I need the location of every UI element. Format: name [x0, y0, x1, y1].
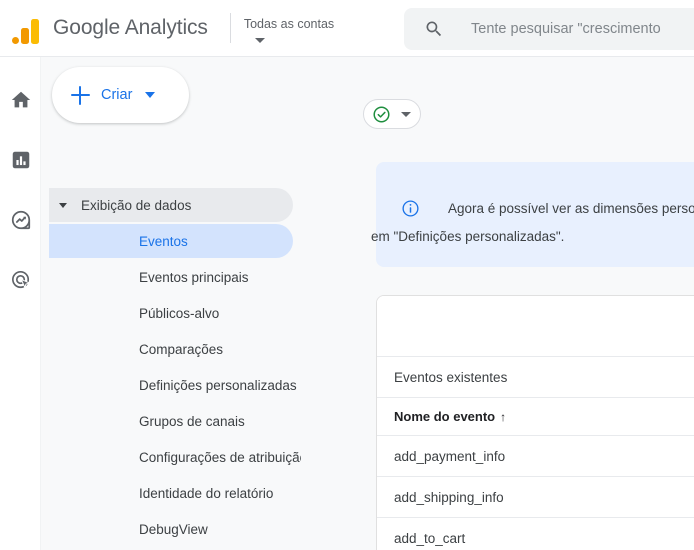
check-circle-icon [373, 105, 390, 123]
sidebar-item-label: Configurações de atribuição [139, 449, 301, 465]
rail-item-home[interactable] [0, 80, 41, 120]
chevron-down-icon [254, 37, 265, 43]
logo-bar-medium [21, 28, 29, 44]
column-header-label: Nome do evento [394, 409, 496, 424]
card-toolbar [377, 296, 694, 356]
search-icon [426, 21, 442, 37]
analytics-app-window: Google Analytics Todas as contas Tente p… [0, 0, 694, 550]
sidebar-item-label: Identidade do relatório [139, 485, 274, 501]
table-row[interactable]: add_payment_info 1.81 [377, 435, 694, 476]
rail-item-reports[interactable] [0, 140, 41, 180]
info-banner: Agora é possível ver as dimensões person… [371, 162, 694, 267]
account-selector[interactable]: Todas as contas [244, 14, 334, 43]
rail-item-advertising[interactable] [0, 260, 41, 300]
create-button[interactable]: Criar [52, 67, 189, 123]
chevron-down-icon [59, 202, 67, 208]
sidebar-item-publicos-alvo[interactable]: Públicos-alvo [49, 296, 293, 330]
cell-event-name: add_to_cart [394, 530, 466, 546]
sidebar-item-grupos-de-canais[interactable]: Grupos de canais [49, 404, 293, 438]
column-header-event-name[interactable]: Nome do evento ↑ [394, 409, 506, 424]
sidebar-item-eventos-principais[interactable]: Eventos principais [49, 260, 293, 294]
create-button-label: Criar [101, 87, 133, 103]
sidebar-item-label: Eventos [139, 233, 188, 249]
home-icon [11, 91, 30, 108]
plus-icon [71, 85, 90, 105]
sidebar-item-debugview[interactable]: DebugView [49, 512, 293, 546]
explore-icon [11, 210, 30, 230]
sidebar-item-label: Definições personalizadas [139, 377, 297, 393]
sidebar-item-configuracoes-de-atribuicao[interactable]: Configurações de atribuição [49, 440, 301, 474]
sidebar-item-eventos[interactable]: Eventos [49, 224, 293, 258]
sidebar-item-label: Públicos-alvo [139, 305, 220, 321]
google-analytics-logo [9, 12, 41, 44]
secondary-sidebar: Criar Exibição de dados Eventos Eventos … [41, 57, 301, 550]
header-divider [229, 13, 231, 43]
status-badge[interactable] [363, 99, 421, 129]
cell-event-name: add_shipping_info [394, 489, 504, 505]
table-row[interactable]: add_to_cart 6.29 [377, 517, 694, 550]
logo-bar-tall [31, 19, 39, 44]
main-content-area: Agora é possível ver as dimensões person… [301, 57, 694, 550]
advertising-target-icon [11, 271, 31, 289]
sidebar-item-label: Eventos principais [139, 269, 249, 285]
brand-title: Google Analytics [53, 16, 208, 39]
table-row[interactable]: add_shipping_info 2.02 [377, 476, 694, 517]
account-selector-label: Todas as contas [243, 16, 335, 31]
chevron-down-icon [145, 92, 156, 98]
global-search-box[interactable]: Tente pesquisar "crescimento [404, 8, 694, 50]
cell-event-name: add_payment_info [394, 448, 506, 464]
top-app-bar: Google Analytics Todas as contas Tente p… [0, 0, 694, 57]
chevron-down-icon [401, 111, 411, 117]
table-header-row: Nome do evento ↑ Contagem [377, 397, 694, 435]
card-section-title: Eventos existentes [377, 356, 694, 397]
sidebar-item-identidade-do-relatorio[interactable]: Identidade do relatório [49, 476, 293, 510]
reports-bar-chart-icon [12, 151, 29, 169]
events-data-card: Eventos existentes Nome do evento ↑ Cont… [376, 295, 694, 550]
sidebar-item-label: Comparações [139, 341, 224, 357]
search-input[interactable]: Tente pesquisar "crescimento [471, 21, 661, 37]
primary-nav-rail [0, 57, 41, 550]
sidebar-item-comparacoes[interactable]: Comparações [49, 332, 293, 366]
info-banner-text: Agora é possível ver as dimensões person… [371, 201, 694, 244]
logo-dot [11, 37, 19, 44]
sidebar-item-definicoes-personalizadas[interactable]: Definições personalizadas [49, 368, 297, 402]
sidebar-item-label: DebugView [139, 521, 208, 537]
sidebar-item-label: Grupos de canais [139, 413, 245, 429]
sort-ascending-icon: ↑ [500, 409, 507, 424]
sidebar-group-exibicao-de-dados[interactable]: Exibição de dados [49, 188, 293, 222]
rail-item-explore[interactable] [0, 200, 41, 240]
sidebar-group-label: Exibição de dados [81, 197, 192, 213]
